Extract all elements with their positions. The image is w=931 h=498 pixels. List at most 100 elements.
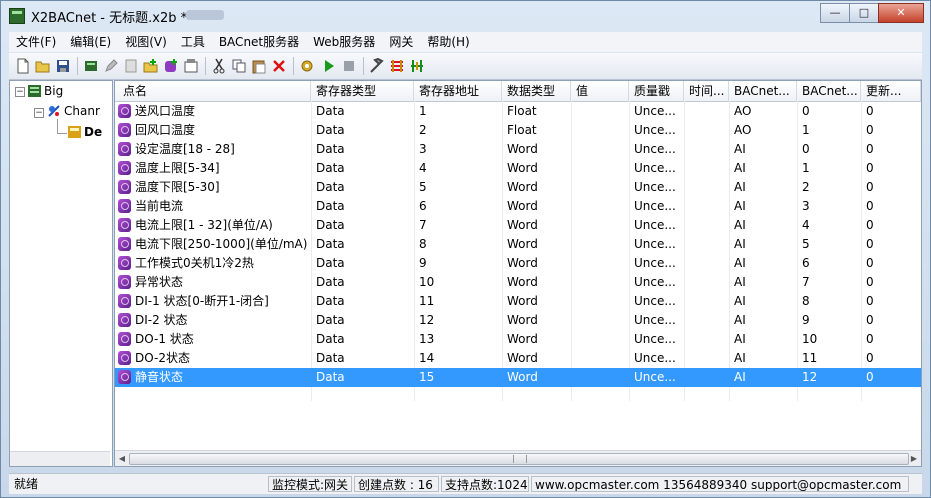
table-cell: 0 — [866, 370, 874, 384]
menu-web-server[interactable]: Web服务器 — [306, 32, 382, 52]
device-tree[interactable]: − Big − Chanr De — [9, 80, 113, 467]
column-header[interactable]: 点名 — [115, 81, 311, 101]
edit-icon[interactable] — [103, 58, 119, 74]
stop-icon[interactable] — [341, 58, 357, 74]
table-row[interactable]: DO-1 状态 Data 13 Word Unce... AI 10 0 — [115, 330, 921, 349]
maximize-button[interactable]: □ — [849, 3, 879, 23]
menu-file[interactable]: 文件(F) — [9, 32, 63, 52]
table-cell: Unce... — [634, 180, 676, 194]
add-device-icon[interactable] — [83, 58, 99, 74]
table-cell: Unce... — [634, 370, 676, 384]
point-icon — [118, 218, 131, 232]
scroll-right-icon[interactable]: ▶ — [907, 451, 921, 466]
menu-help[interactable]: 帮助(H) — [420, 32, 476, 52]
column-header[interactable]: 更新... — [861, 81, 921, 101]
save-icon[interactable] — [55, 58, 71, 74]
tree-node-root[interactable]: Big — [44, 84, 63, 98]
menu-edit[interactable]: 编辑(E) — [63, 32, 118, 52]
column-header[interactable]: 寄存器地址 — [414, 81, 502, 101]
menu-gateway[interactable]: 网关 — [382, 32, 420, 52]
properties-icon[interactable] — [123, 58, 139, 74]
table-row[interactable]: 静音状态 Data 15 Word Unce... AI 12 0 — [115, 368, 921, 387]
paste-icon[interactable] — [251, 58, 267, 74]
cut-icon[interactable] — [211, 58, 227, 74]
network-icon[interactable] — [409, 58, 425, 74]
modbus-icon[interactable] — [389, 58, 405, 74]
table-cell: 10 — [802, 332, 818, 346]
table-cell: Data — [316, 104, 345, 118]
delete-icon[interactable] — [271, 58, 287, 74]
table-cell: Data — [316, 370, 345, 384]
menu-bacnet-server[interactable]: BACnet服务器 — [212, 32, 306, 52]
table-cell: AI — [734, 294, 746, 308]
menu-tools[interactable]: 工具 — [174, 32, 212, 52]
table-cell: 0 — [866, 123, 874, 137]
table-cell: 11 — [802, 351, 818, 365]
table-row[interactable]: 工作模式0关机1冷2热 Data 9 Word Unce... AI 6 0 — [115, 254, 921, 273]
table-row[interactable]: 电流上限[1 - 32](单位/A) Data 7 Word Unce... AI 4 0 — [115, 216, 921, 235]
table-row[interactable]: 温度上限[5-34] Data 4 Word Unce... AI 1 0 — [115, 159, 921, 178]
close-button[interactable]: ✕ — [878, 3, 924, 23]
table-row[interactable]: 异常状态 Data 10 Word Unce... AI 7 0 — [115, 273, 921, 292]
table-row[interactable]: 电流下限[250-1000](单位/mA) Data 8 Word Unce... AI 5… — [115, 235, 921, 254]
column-header[interactable]: 数据类型 — [502, 81, 571, 101]
points-table: 点名 寄存器类型 寄存器地址 数据类型值质量戳 时间... BACnet... BACnet… — [114, 80, 922, 467]
table-row[interactable]: DO-2状态 Data 14 Word Unce... AI 11 0 — [115, 349, 921, 368]
table-cell: 0 — [866, 180, 874, 194]
scroll-left-icon[interactable]: ◀ — [115, 451, 129, 466]
copy-icon[interactable] — [231, 58, 247, 74]
run-icon[interactable] — [321, 58, 337, 74]
table-row[interactable]: DI-2 状态 Data 12 Word Unce... AI 9 0 — [115, 311, 921, 330]
settings-icon[interactable] — [299, 58, 315, 74]
tree-horizontal-scrollbar[interactable] — [10, 451, 110, 466]
status-supported-points: 支持点数:1024 — [441, 476, 529, 492]
new-file-icon[interactable] — [15, 58, 31, 74]
column-header[interactable]: 时间... — [684, 81, 729, 101]
tree-node-channel[interactable]: Chanr — [64, 104, 100, 118]
table-cell — [684, 197, 729, 216]
table-cell: Data — [316, 256, 345, 270]
scroll-thumb[interactable] — [129, 453, 909, 465]
table-row[interactable]: DI-1 状态[0-断开1-闭合] Data 11 Word Unce... AI 8 0 — [115, 292, 921, 311]
table-cell: 设定温度[18 - 28] — [135, 142, 235, 156]
tools-icon[interactable] — [369, 58, 385, 74]
table-row[interactable]: 当前电流 Data 6 Word Unce... AI 3 0 — [115, 197, 921, 216]
table-row[interactable]: 送风口温度 Data 1 Float Unce... AO 0 0 — [115, 102, 921, 121]
table-row[interactable]: 设定温度[18 - 28] Data 3 Word Unce... AI 0 0 — [115, 140, 921, 159]
table-row[interactable]: 回风口温度 Data 2 Float Unce... AO 1 0 — [115, 121, 921, 140]
column-header[interactable]: 寄存器类型 — [311, 81, 414, 101]
table-cell: 0 — [866, 256, 874, 270]
table-cell — [684, 330, 729, 349]
table-cell — [571, 140, 629, 159]
tree-node-device[interactable]: De — [84, 125, 102, 139]
table-cell: DI-1 状态[0-断开1-闭合] — [135, 294, 269, 308]
minimize-button[interactable]: — — [820, 3, 850, 23]
toolbar — [9, 53, 922, 80]
point-icon — [118, 199, 131, 213]
column-header[interactable]: BACnet... — [797, 81, 861, 101]
tree-collapse-icon[interactable]: − — [34, 108, 44, 118]
title-bar[interactable]: X2BACnet - 无标题.x2b * — □ ✕ — [1, 1, 930, 29]
column-header[interactable]: 值 — [571, 81, 629, 101]
batch-points-icon[interactable] — [183, 58, 199, 74]
table-cell: Unce... — [634, 256, 676, 270]
column-header[interactable]: BACnet... — [729, 81, 797, 101]
table-cell: 13 — [419, 332, 435, 346]
table-cell: 0 — [866, 294, 874, 308]
table-cell: DI-2 状态 — [135, 313, 188, 327]
table-row[interactable]: 温度下限[5-30] Data 5 Word Unce... AI 2 0 — [115, 178, 921, 197]
minimize-icon: — — [829, 6, 841, 19]
table-horizontal-scrollbar[interactable]: ◀ ▶ — [115, 450, 921, 466]
table-cell: 9 — [802, 313, 810, 327]
add-point-icon[interactable] — [163, 58, 179, 74]
table-cell: 0 — [866, 142, 874, 156]
open-folder-icon[interactable] — [35, 58, 51, 74]
add-channel-icon[interactable] — [143, 58, 159, 74]
tree-connector — [57, 119, 58, 133]
menu-view[interactable]: 视图(V) — [118, 32, 174, 52]
toolbar-separator — [205, 57, 206, 75]
table-cell: 9 — [419, 256, 427, 270]
tree-collapse-icon[interactable]: − — [15, 87, 25, 97]
column-header[interactable]: 质量戳 — [629, 81, 684, 101]
status-bar: 就绪 监控模式:网关 创建点数 : 16 支持点数:1024 www.opcma… — [9, 473, 922, 494]
